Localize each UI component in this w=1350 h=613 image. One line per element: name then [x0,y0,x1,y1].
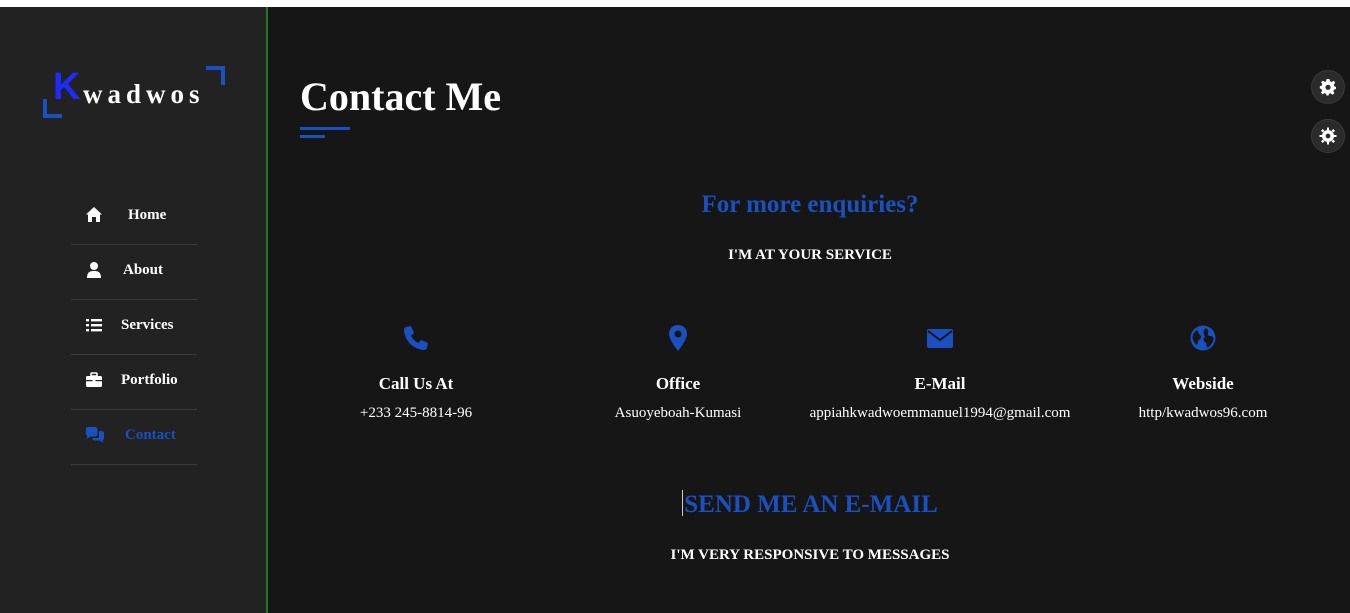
sidebar: K wadwos Home About Services Portfolio C… [0,7,268,613]
sidebar-item-contact[interactable]: Contact [71,410,197,465]
sidebar-nav: Home About Services Portfolio Contact [71,190,197,465]
sidebar-item-label: Contact [125,427,176,443]
logo-text: wadwos [83,79,205,109]
briefcase-icon [86,372,102,387]
list-icon [86,319,102,332]
sidebar-item-label: About [123,262,164,278]
app-window: K wadwos Home About Services Portfolio C… [0,7,1350,613]
send-email-subheading: I'M VERY RESPONSIVE TO MESSAGES [670,547,950,563]
contact-card-value[interactable]: http/kwadwos96.com [1083,404,1323,422]
contact-card-title: E-Mail [914,374,966,393]
send-email-heading: SEND ME AN E-MAIL [270,490,1350,520]
home-icon [86,207,102,222]
contact-card-title: Office [655,374,701,393]
main-content: Contact Me For more enquiries? I'M AT YO… [270,7,1350,613]
sidebar-item-label: Portfolio [121,372,178,388]
sidebar-item-home[interactable]: Home [71,190,197,245]
title-underline-short [300,135,325,138]
comments-icon [86,427,104,443]
contact-card-phone: Call Us At +233 245-8814-96 [296,323,536,422]
sidebar-item-portfolio[interactable]: Portfolio [71,355,197,410]
cog-icon [1319,127,1337,145]
theme-settings-button[interactable] [1311,119,1345,153]
sidebar-item-about[interactable]: About [71,245,197,300]
contact-card-title: Call Us At [378,374,454,393]
globe-icon [1190,325,1216,351]
contact-card-title: Webside [1172,374,1234,393]
logo-initial: K [53,66,81,108]
contact-card-value[interactable]: appiahkwadwoemmanuel1994@gmail.com [790,404,1090,422]
settings-button[interactable] [1311,70,1345,104]
sidebar-item-services[interactable]: Services [71,300,197,355]
send-email-heading-text: SEND ME AN E-MAIL [684,491,938,518]
sidebar-item-label: Services [121,317,174,333]
enquiry-subheading: I'M AT YOUR SERVICE [728,247,892,263]
title-underline [300,127,350,130]
logo-corner-top-right [206,66,225,85]
brand-logo[interactable]: K wadwos [43,66,225,118]
enquiry-heading: For more enquiries? [701,191,919,218]
contact-card-office: Office Asuoyeboah-Kumasi [558,323,798,422]
sidebar-item-label: Home [128,207,167,223]
page-title: Contact Me [300,74,502,119]
phone-icon [404,326,428,350]
contact-card-value: +233 245-8814-96 [359,405,473,421]
gear-icon [1319,79,1336,96]
contact-card-value: Asuoyeboah-Kumasi [614,405,742,421]
contact-card-email: E-Mail appiahkwadwoemmanuel1994@gmail.co… [810,323,1070,422]
envelope-icon [927,329,953,348]
user-icon [87,262,101,278]
map-pin-icon [669,325,687,351]
contact-card-website: Webside http/kwadwos96.com [1083,323,1323,422]
